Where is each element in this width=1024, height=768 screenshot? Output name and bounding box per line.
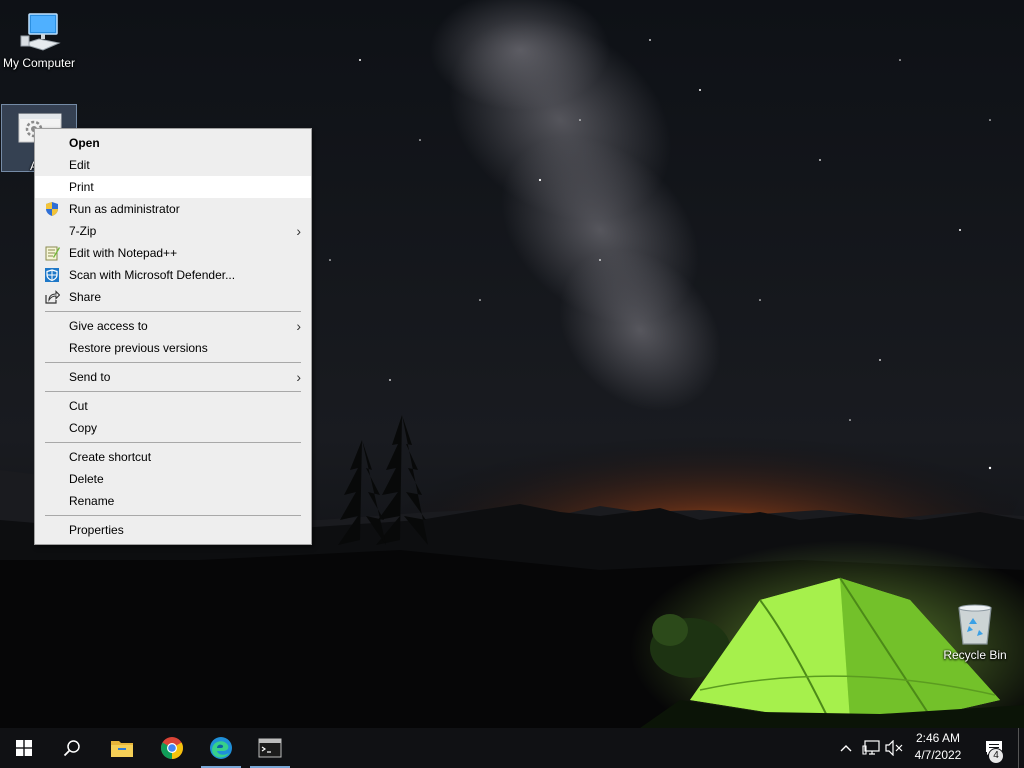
my-computer-label: My Computer: [2, 56, 76, 70]
notification-count-badge: 4: [988, 748, 1004, 764]
menu-item-label: Copy: [69, 421, 98, 435]
submenu-arrow-icon: ›: [296, 369, 301, 385]
search-button[interactable]: [48, 728, 96, 768]
menu-item-cut[interactable]: Cut: [35, 395, 311, 417]
taskbar-clock[interactable]: 2:46 AM 4/7/2022: [904, 730, 972, 766]
menu-separator: [45, 311, 301, 312]
menu-item-edit[interactable]: Edit: [35, 154, 311, 176]
computer-icon: [20, 13, 61, 51]
menu-item-label: Print: [69, 180, 94, 194]
menu-separator: [45, 362, 301, 363]
menu-item-label: Send to: [69, 370, 111, 384]
share-icon: [45, 290, 60, 304]
chrome-icon: [161, 737, 183, 759]
chrome-taskbar-button[interactable]: [148, 728, 196, 768]
notepadpp-icon: [45, 246, 60, 261]
network-tray-button[interactable]: [861, 738, 881, 758]
show-hidden-icons-button[interactable]: [836, 738, 856, 758]
menu-item-label: Cut: [69, 399, 88, 413]
defender-shield-icon: [45, 268, 59, 282]
menu-item-label: Delete: [69, 472, 104, 486]
volume-tray-button[interactable]: [884, 738, 904, 758]
desktop[interactable]: My Computer A Recycle Bin Open Edit Prin…: [0, 0, 1024, 768]
menu-item-label: Edit with Notepad++: [69, 246, 178, 260]
uac-shield-icon: [46, 202, 58, 216]
edge-taskbar-button[interactable]: [197, 728, 245, 768]
volume-muted-icon: [885, 740, 903, 756]
menu-item-run-as-administrator[interactable]: Run as administrator: [35, 198, 311, 220]
menu-item-label: 7-Zip: [69, 224, 97, 238]
file-explorer-icon: [111, 741, 133, 757]
clock-date: 4/7/2022: [914, 748, 962, 762]
chevron-up-icon: [840, 745, 852, 752]
menu-item-scan-with-defender[interactable]: Scan with Microsoft Defender...: [35, 264, 311, 286]
menu-item-label: Edit: [69, 158, 90, 172]
menu-item-send-to[interactable]: Send to ›: [35, 366, 311, 388]
taskbar: 2:46 AM 4/7/2022 4: [0, 728, 1024, 768]
show-desktop-button[interactable]: [1018, 728, 1024, 768]
menu-item-label: Share: [69, 290, 102, 304]
menu-item-label: Run as administrator: [69, 202, 180, 216]
menu-item-label: Scan with Microsoft Defender...: [69, 268, 236, 282]
menu-item-copy[interactable]: Copy: [35, 417, 311, 439]
menu-item-restore-previous-versions[interactable]: Restore previous versions: [35, 337, 311, 359]
search-icon: [63, 740, 80, 757]
submenu-arrow-icon: ›: [296, 223, 301, 239]
menu-item-label: Properties: [69, 523, 124, 537]
menu-item-delete[interactable]: Delete: [35, 468, 311, 490]
submenu-arrow-icon: ›: [296, 318, 301, 334]
recycle-bin-icon: [958, 604, 992, 645]
menu-separator: [45, 391, 301, 392]
menu-item-print[interactable]: Print: [35, 176, 311, 198]
menu-separator: [45, 442, 301, 443]
menu-item-label: Give access to: [69, 319, 148, 333]
start-button[interactable]: [0, 728, 48, 768]
menu-item-label: Open: [69, 136, 100, 150]
menu-item-share[interactable]: Share: [35, 286, 311, 308]
menu-item-open[interactable]: Open: [35, 132, 311, 154]
recycle-bin-desktop-icon[interactable]: Recycle Bin: [936, 600, 1014, 662]
menu-separator: [45, 515, 301, 516]
recycle-bin-label: Recycle Bin: [943, 648, 1007, 662]
menu-item-label: Restore previous versions: [69, 341, 208, 355]
windows-logo-icon: [16, 740, 32, 756]
clock-time: 2:46 AM: [915, 731, 961, 745]
file-explorer-taskbar-button[interactable]: [98, 728, 146, 768]
menu-item-create-shortcut[interactable]: Create shortcut: [35, 446, 311, 468]
terminal-icon: [258, 738, 282, 758]
network-icon: [862, 740, 880, 755]
menu-item-label: Rename: [69, 494, 115, 508]
context-menu: Open Edit Print Run as administrator 7-Z…: [34, 128, 312, 545]
menu-item-rename[interactable]: Rename: [35, 490, 311, 512]
menu-item-edit-with-notepadpp[interactable]: Edit with Notepad++: [35, 242, 311, 264]
menu-item-7zip[interactable]: 7-Zip ›: [35, 220, 311, 242]
menu-item-label: Create shortcut: [69, 450, 152, 464]
menu-item-give-access-to[interactable]: Give access to ›: [35, 315, 311, 337]
terminal-taskbar-button[interactable]: [246, 728, 294, 768]
my-computer-desktop-icon[interactable]: My Computer: [0, 8, 78, 70]
menu-item-properties[interactable]: Properties: [35, 519, 311, 541]
edge-icon: [210, 737, 232, 759]
